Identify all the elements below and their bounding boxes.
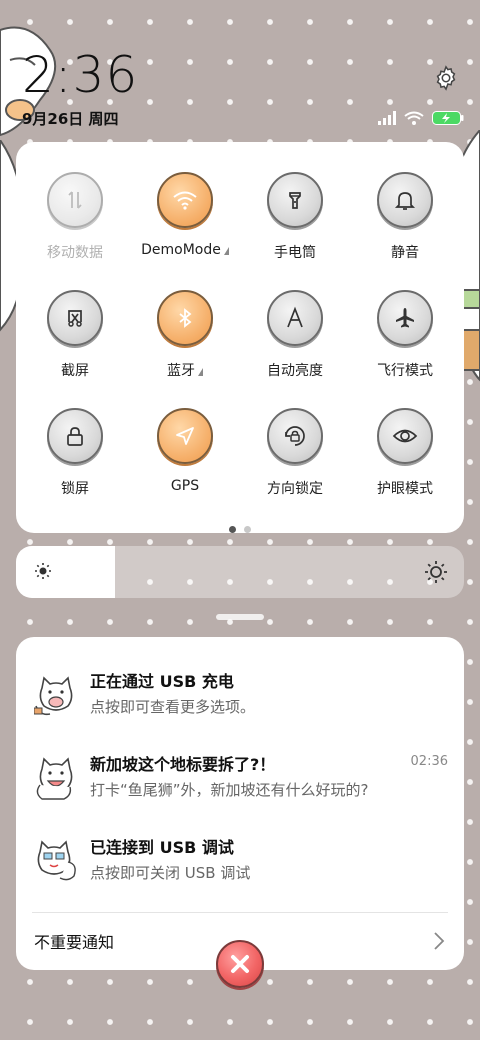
notification-text: 打卡“鱼尾狮”外，新加坡还有什么好玩的? — [90, 781, 369, 799]
notification-text: 点按即可关闭 USB 调试 — [90, 864, 251, 882]
silent-button[interactable] — [377, 172, 433, 228]
close-icon — [231, 955, 249, 973]
location-icon — [176, 427, 194, 445]
page-dot-active[interactable] — [229, 526, 236, 533]
date: 9月26日 周四 — [22, 110, 119, 128]
airplane-icon — [396, 308, 414, 328]
eye-comfort-button[interactable] — [377, 408, 433, 464]
screenshot-icon — [68, 310, 82, 327]
notification-time: 02:36 — [410, 754, 448, 769]
tile-rotation-lock[interactable]: 方向锁定 — [240, 408, 350, 498]
chevron-right-icon[interactable] — [432, 931, 446, 951]
brightness-high-icon — [425, 561, 447, 583]
tile-label: 锁屏 — [61, 481, 89, 497]
cat-avatar-icon — [37, 840, 76, 881]
rotation-lock-button[interactable] — [267, 408, 323, 464]
flashlight-button[interactable] — [267, 172, 323, 228]
bluetooth-button[interactable] — [157, 290, 213, 346]
notification-text: 点按即可查看更多选项。 — [90, 698, 256, 716]
tile-flashlight[interactable]: 手电筒 — [240, 172, 350, 262]
tile-wifi[interactable]: DemoMode — [130, 172, 240, 258]
page-dot[interactable] — [244, 526, 251, 533]
rotation-lock-icon — [285, 426, 305, 446]
gps-button[interactable] — [157, 408, 213, 464]
brightness-fill — [16, 546, 115, 598]
battery-charging-icon — [432, 111, 464, 125]
brightness-slider[interactable] — [16, 546, 464, 598]
airplane-mode-button[interactable] — [377, 290, 433, 346]
tile-label: GPS — [170, 478, 200, 494]
divider — [32, 912, 448, 913]
tile-label: DemoMode — [141, 242, 221, 258]
tile-label: 移动数据 — [47, 245, 103, 261]
notification-item[interactable]: 新加坡这个地标要拆了?！ 打卡“鱼尾狮”外，新加坡还有什么好玩的? 02:36 — [16, 747, 464, 817]
tile-screenshot[interactable]: 截屏 — [20, 290, 130, 380]
lock-icon — [67, 427, 83, 446]
clock: 2:36 — [22, 46, 139, 104]
tile-bluetooth[interactable]: 蓝牙 — [130, 290, 240, 380]
tile-label: 自动亮度 — [267, 363, 323, 379]
auto-brightness-icon — [287, 306, 303, 328]
tile-auto-brightness[interactable]: 自动亮度 — [240, 290, 350, 380]
drag-handle[interactable] — [216, 614, 264, 620]
notification-card: 正在通过 USB 充电 点按即可查看更多选项。 新加坡这个地标要拆了?！ 打卡“… — [16, 637, 464, 970]
auto-brightness-button[interactable] — [267, 290, 323, 346]
clear-all-button[interactable] — [216, 940, 264, 988]
tile-label: 方向锁定 — [267, 481, 323, 497]
brightness-low-icon — [35, 563, 51, 579]
bluetooth-icon — [179, 308, 192, 328]
cat-avatar-icon — [36, 757, 73, 800]
tile-eye-comfort[interactable]: 护眼模式 — [350, 408, 460, 498]
tile-label: 飞行模式 — [377, 363, 433, 379]
quick-settings-panel: 移动数据 DemoMode 手电筒 静音 截屏 蓝牙 自动亮度 飞行模式 锁屏 … — [16, 142, 464, 533]
tile-label: 静音 — [391, 245, 419, 261]
notification-title: 正在通过 USB 充电 — [90, 672, 234, 691]
tile-label: 蓝牙 — [167, 363, 195, 379]
settings-gear-icon[interactable] — [432, 64, 460, 92]
wifi-button[interactable] — [157, 172, 213, 228]
mobile-data-button[interactable] — [47, 172, 103, 228]
page-indicator — [16, 518, 464, 537]
screenshot-button[interactable] — [47, 290, 103, 346]
status-bar-icons — [378, 110, 464, 126]
tile-gps[interactable]: GPS — [130, 408, 240, 494]
notification-item[interactable]: 正在通过 USB 充电 点按即可查看更多选项。 — [16, 664, 464, 734]
notification-title: 新加坡这个地标要拆了?！ — [90, 755, 276, 774]
tile-label: 手电筒 — [274, 245, 316, 261]
wifi-status-icon — [404, 111, 424, 125]
tile-airplane-mode[interactable]: 飞行模式 — [350, 290, 460, 380]
tile-label: 护眼模式 — [377, 481, 433, 497]
expand-caret-icon[interactable] — [198, 368, 203, 376]
lock-screen-button[interactable] — [47, 408, 103, 464]
mobile-data-icon — [68, 191, 82, 209]
expand-caret-icon[interactable] — [223, 247, 229, 255]
eye-icon — [392, 429, 418, 443]
tile-mobile-data[interactable]: 移动数据 — [20, 172, 130, 262]
bell-icon — [394, 192, 416, 210]
tile-label: 截屏 — [61, 363, 89, 379]
cat-avatar-icon — [34, 676, 73, 716]
wifi-icon — [173, 191, 197, 210]
notification-title: 已连接到 USB 调试 — [90, 838, 234, 857]
tile-silent[interactable]: 静音 — [350, 172, 460, 262]
tile-lock-screen[interactable]: 锁屏 — [20, 408, 130, 498]
signal-icon — [378, 111, 396, 125]
unimportant-notifications-link[interactable]: 不重要通知 — [34, 929, 114, 953]
flashlight-icon — [289, 192, 301, 209]
notification-item[interactable]: 已连接到 USB 调试 点按即可关闭 USB 调试 — [16, 830, 464, 900]
